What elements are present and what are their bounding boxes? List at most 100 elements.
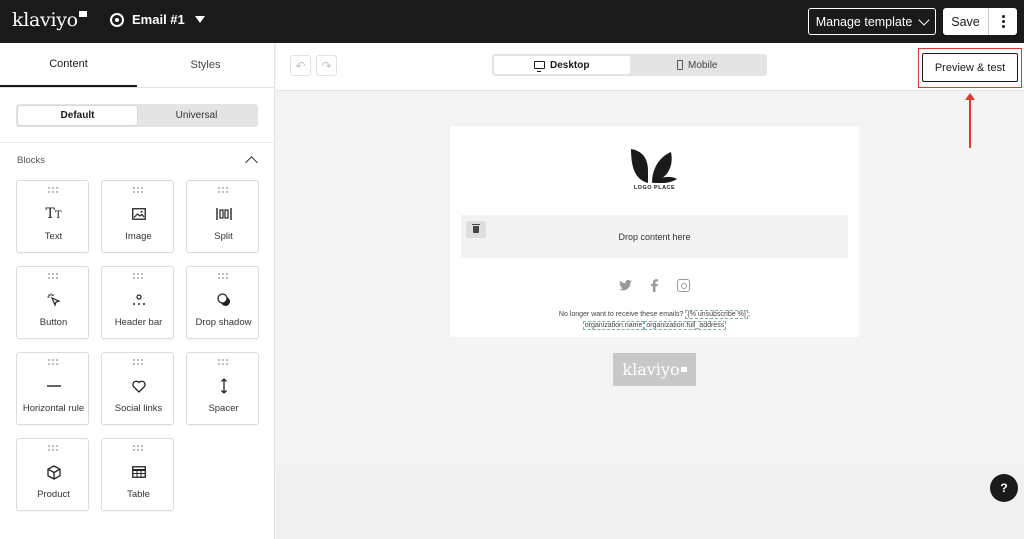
blocks-header[interactable]: Blocks: [17, 154, 259, 169]
block-spacer[interactable]: Spacer: [186, 352, 259, 425]
canvas-footer-band: [276, 465, 1024, 539]
blocks-heading: Blocks: [17, 155, 45, 166]
block-label: Spacer: [208, 403, 239, 414]
block-label: Image: [125, 231, 152, 242]
caret-down-icon: [194, 16, 205, 23]
drag-handle-icon[interactable]: [218, 187, 229, 193]
logo-placeholder-text: LOGO PLACE: [633, 185, 676, 191]
semicolon: ;: [748, 311, 751, 318]
device-toggle: Desktop Mobile: [492, 54, 767, 76]
block-label: Product: [37, 489, 70, 500]
more-vertical-icon: [1001, 15, 1005, 18]
blocks-grid: TT Text Image Split Button Header bar Dr…: [16, 180, 262, 511]
mode-universal[interactable]: Universal: [137, 106, 256, 125]
block-label: Horizontal rule: [22, 403, 85, 414]
drop-zone[interactable]: Drop content here: [461, 215, 848, 258]
drag-handle-icon[interactable]: [133, 445, 144, 451]
divider: [0, 142, 275, 143]
drag-handle-icon[interactable]: [48, 445, 59, 451]
block-label: Text: [44, 231, 63, 242]
unsubscribe-footer: No longer want to receive these emails? …: [450, 309, 859, 331]
drag-handle-icon[interactable]: [133, 359, 144, 365]
email-name-label: Email #1: [132, 12, 185, 27]
preview-test-button[interactable]: Preview & test: [922, 53, 1018, 82]
block-label: Social links: [114, 403, 163, 414]
drop-shadow-icon: [187, 291, 260, 309]
leaf-logo-icon: [631, 149, 677, 183]
klaviyo-footer-badge: klaviyo: [613, 353, 696, 386]
canvas-toolbar: ↶ ↷ Desktop Mobile: [276, 43, 1024, 91]
tab-styles[interactable]: Styles: [137, 43, 274, 87]
unsubscribe-tag[interactable]: {% unsubscribe %}: [685, 310, 749, 319]
save-button[interactable]: Save: [943, 8, 989, 35]
device-desktop[interactable]: Desktop: [494, 56, 630, 74]
manage-template-label: Manage template: [815, 14, 913, 29]
twitter-icon[interactable]: [619, 279, 632, 292]
block-image[interactable]: Image: [101, 180, 174, 253]
horizontal-rule-icon: [17, 377, 90, 395]
heart-icon: [102, 377, 175, 395]
text-icon: TT: [45, 206, 62, 222]
device-label: Mobile: [688, 59, 718, 71]
org-address-tag[interactable]: organization.full_address: [644, 321, 727, 330]
block-label: Drop shadow: [195, 317, 252, 328]
block-social-links[interactable]: Social links: [101, 352, 174, 425]
block-horizontal-rule[interactable]: Horizontal rule: [16, 352, 89, 425]
save-button-group: Save: [943, 8, 1017, 35]
phone-icon: [677, 60, 684, 70]
block-header-bar[interactable]: Header bar: [101, 266, 174, 339]
drag-handle-icon[interactable]: [133, 273, 144, 279]
annotation-arrow: [969, 97, 971, 148]
block-label: Header bar: [114, 317, 163, 328]
org-name-tag[interactable]: organization.name: [582, 321, 645, 330]
chevron-up-icon[interactable]: [245, 156, 258, 169]
tab-content[interactable]: Content: [0, 43, 137, 87]
block-product[interactable]: Product: [16, 438, 89, 511]
split-icon: [187, 205, 260, 223]
device-mobile[interactable]: Mobile: [630, 56, 766, 74]
unsubscribe-text: No longer want to receive these emails?: [558, 311, 684, 318]
header-bar-icon: [102, 291, 175, 309]
spacer-icon: [187, 377, 260, 395]
more-options-button[interactable]: [989, 8, 1017, 35]
redo-button[interactable]: ↷: [316, 55, 337, 76]
undo-button[interactable]: ↶: [290, 55, 311, 76]
drag-handle-icon[interactable]: [218, 273, 229, 279]
block-label: Table: [127, 489, 150, 500]
image-icon: [102, 205, 175, 223]
manage-template-button[interactable]: Manage template: [808, 8, 936, 35]
monitor-icon: [534, 61, 546, 72]
block-label: Button: [39, 317, 68, 328]
drop-zone-text: Drop content here: [618, 232, 691, 242]
help-button[interactable]: ?: [990, 474, 1018, 502]
chevron-down-icon: [918, 13, 930, 26]
social-icons: [450, 279, 859, 292]
block-split[interactable]: Split: [186, 180, 259, 253]
drag-handle-icon[interactable]: [48, 359, 59, 365]
device-label: Desktop: [550, 59, 590, 71]
left-panel: Content Styles Default Universal Blocks …: [0, 43, 275, 539]
compass-icon: [110, 12, 124, 27]
mode-default[interactable]: Default: [18, 106, 137, 125]
drag-handle-icon[interactable]: [48, 273, 59, 279]
email-canvas: LOGO PLACE Drop content here No longer w…: [450, 126, 859, 337]
email-name-dropdown[interactable]: Email #1: [110, 12, 205, 27]
table-icon: [102, 463, 175, 481]
block-drop-shadow[interactable]: Drop shadow: [186, 266, 259, 339]
klaviyo-logo[interactable]: klaviyo: [12, 9, 87, 31]
drag-handle-icon[interactable]: [218, 359, 229, 365]
redo-icon: ↷: [321, 58, 332, 73]
undo-icon: ↶: [295, 58, 306, 73]
product-box-icon: [17, 463, 90, 481]
drag-handle-icon[interactable]: [133, 187, 144, 193]
facebook-icon[interactable]: [648, 279, 661, 292]
drag-handle-icon[interactable]: [48, 187, 59, 193]
badge-label: klaviyo: [622, 360, 680, 379]
block-button[interactable]: Button: [16, 266, 89, 339]
button-cursor-icon: [17, 291, 90, 309]
block-label: Split: [214, 231, 233, 242]
mode-toggle: Default Universal: [16, 104, 258, 127]
instagram-icon[interactable]: [677, 279, 690, 292]
block-text[interactable]: TT Text: [16, 180, 89, 253]
block-table[interactable]: Table: [101, 438, 174, 511]
